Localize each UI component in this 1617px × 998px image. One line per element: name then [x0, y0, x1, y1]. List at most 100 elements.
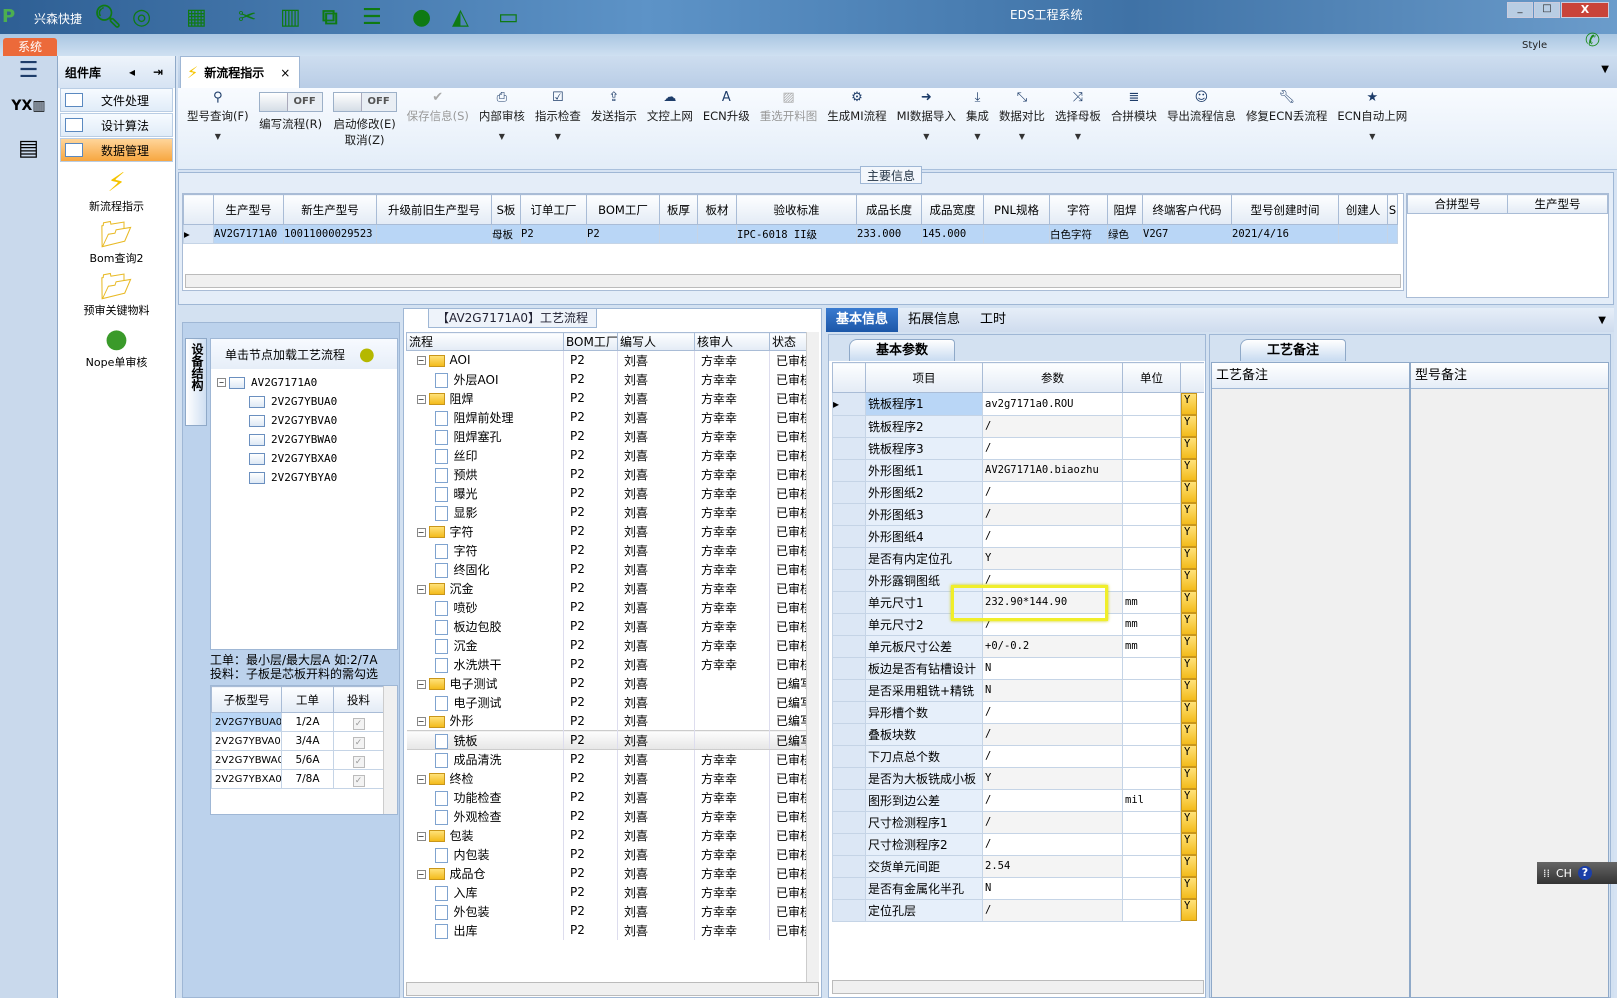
process-row[interactable]: 外层AOI P2刘喜方幸幸已审核 [406, 369, 807, 389]
table-cell[interactable]: 2V2G7YBVA0 [211, 731, 282, 751]
process-row[interactable]: − 电子测试 P2刘喜 已编写 [406, 673, 807, 693]
param-cell[interactable]: mm [1122, 634, 1181, 658]
process-name-cell[interactable]: − 沉金 [406, 578, 564, 598]
tab-info[interactable]: 拓展信息 [898, 308, 970, 332]
toolbar-button[interactable]: ➜ MI数据导入 ▼ [892, 88, 961, 169]
param-cell[interactable]: / [982, 898, 1123, 922]
chevron-down-icon[interactable]: ▼ [923, 132, 929, 141]
param-cell[interactable]: / [982, 700, 1123, 724]
param-row[interactable]: 尺寸检测程序2/ Y [832, 832, 1205, 856]
process-name-cell[interactable]: 铣板 [406, 730, 564, 750]
process-row[interactable]: 内包装 P2刘喜方幸幸已审核 [406, 844, 807, 864]
horizontal-scrollbar[interactable] [832, 980, 1204, 994]
process-name-cell[interactable]: 水洗烘干 [406, 654, 564, 674]
collapse-icon[interactable]: − [416, 679, 426, 689]
tree-node[interactable]: 2V2G7YBXA0 [217, 449, 397, 468]
toolbar-button[interactable]: ✔ 保存信息(S) [402, 88, 474, 169]
process-name-cell[interactable]: − 终检 [406, 768, 564, 788]
column-header[interactable]: 编写人 [617, 332, 695, 351]
param-cell[interactable]: / [982, 722, 1123, 746]
column-header[interactable]: 参数 [982, 362, 1123, 393]
param-cell[interactable] [1122, 678, 1181, 702]
param-cell[interactable]: Y [1181, 613, 1197, 635]
param-cell[interactable]: Y [1181, 855, 1197, 877]
process-row[interactable]: − 成品仓 P2刘喜方幸幸已审核 [406, 863, 807, 883]
table-cell[interactable]: 145.000 [921, 224, 984, 244]
collapse-icon[interactable]: − [416, 584, 426, 594]
column-header[interactable]: 项目 [865, 362, 983, 393]
param-cell[interactable]: Y [1181, 415, 1197, 437]
process-row[interactable]: − 阻焊 P2刘喜方幸幸已审核 [406, 388, 807, 408]
param-cell[interactable]: +0/-0.2 [982, 634, 1123, 658]
param-cell[interactable] [1122, 524, 1181, 548]
process-name-cell[interactable]: − 包装 [406, 825, 564, 845]
table-cell[interactable]: 2V2G7YBUA0 [211, 712, 282, 732]
param-cell[interactable]: mil [1122, 788, 1181, 812]
process-name-cell[interactable]: − 电子测试 [406, 673, 564, 693]
param-row[interactable]: 尺寸检测程序1/ Y [832, 810, 1205, 834]
process-name-cell[interactable]: 成品清洗 [406, 749, 564, 769]
param-row[interactable]: 外形图纸1 AV2G7171A0.biaozhu Y [832, 458, 1205, 482]
process-row[interactable]: − AOI P2刘喜方幸幸已审核 [406, 350, 807, 370]
process-name-cell[interactable]: 曝光 [406, 483, 564, 503]
table-cell[interactable]: P2 [586, 224, 660, 244]
column-header[interactable]: BOM工厂 [586, 194, 660, 225]
process-name-cell[interactable]: − 外形 [406, 711, 564, 731]
process-row[interactable]: 板边包胶 P2刘喜方幸幸已审核 [406, 616, 807, 636]
param-cell[interactable]: Y [1181, 767, 1197, 789]
table-cell[interactable] [1387, 224, 1398, 244]
process-row[interactable]: 阻焊塞孔 P2刘喜方幸幸已审核 [406, 426, 807, 446]
toolbar-button[interactable]: ★ ECN自动上网 ▼ [1332, 88, 1412, 169]
column-header[interactable]: 订单工厂 [520, 194, 587, 225]
param-row[interactable]: 是否有内定位孔 Y Y [832, 546, 1205, 570]
process-name-cell[interactable]: 预烘 [406, 464, 564, 484]
table-row[interactable]: 2V2G7YBUA0 1/2A ✓ [211, 712, 384, 732]
search-icon[interactable]: 🔍︎ [94, 5, 122, 30]
process-row[interactable]: 喷砂 P2刘喜方幸幸已审核 [406, 597, 807, 617]
column-header[interactable]: BOM工厂 [563, 332, 618, 351]
column-header[interactable]: 板材 [697, 194, 737, 225]
table-cell[interactable] [983, 224, 1050, 244]
process-row[interactable]: 出库 P2刘喜方幸幸已审核 [406, 920, 807, 940]
tree-node-root[interactable]: − AV2G7171A0 [217, 373, 397, 392]
minimize-button[interactable]: _ [1507, 2, 1533, 18]
tab-process-remark[interactable]: 工艺备注 [1240, 339, 1347, 361]
process-row[interactable]: 预烘 P2刘喜方幸幸已审核 [406, 464, 807, 484]
param-cell[interactable] [1122, 854, 1181, 878]
tab-list-dropdown-icon[interactable]: ▼ [1598, 315, 1606, 326]
column-header[interactable]: 生产型号 [1507, 194, 1608, 214]
maximize-button[interactable]: □ [1534, 2, 1560, 18]
process-row[interactable]: − 外形 P2刘喜 已编写 [406, 711, 807, 731]
collapse-icon[interactable]: − [217, 378, 226, 387]
table-cell[interactable]: 绿色 [1107, 224, 1143, 244]
copy-icon[interactable]: ⧉ [322, 5, 338, 30]
tree-node[interactable]: 2V2G7YBYA0 [217, 468, 397, 487]
toolbar-button[interactable]: ⤨ 选择母板 ▼ [1050, 88, 1106, 169]
process-row[interactable]: 阻焊前处理 P2刘喜方幸幸已审核 [406, 407, 807, 427]
grid-icon[interactable]: ▦ [186, 5, 207, 30]
param-cell[interactable]: av2g7171a0.ROU [982, 392, 1123, 416]
column-header[interactable] [1180, 362, 1204, 393]
column-header[interactable]: 创建人 [1338, 194, 1388, 225]
chevron-down-icon[interactable]: ▼ [1369, 132, 1375, 141]
process-row[interactable]: 外观检查 P2刘喜方幸幸已审核 [406, 806, 807, 826]
tree-node[interactable]: 2V2G7YBUA0 [217, 392, 397, 411]
table-cell[interactable]: 5/6A [281, 750, 334, 770]
param-row[interactable]: 叠板块数 / Y [832, 722, 1205, 746]
table-cell[interactable]: V2G7 [1142, 224, 1232, 244]
param-cell[interactable] [1122, 392, 1181, 416]
chevron-down-icon[interactable]: ▼ [215, 132, 221, 141]
param-cell[interactable]: / [982, 436, 1123, 460]
param-row[interactable]: 外形图纸2/ Y [832, 480, 1205, 504]
collapse-icon[interactable]: − [416, 717, 426, 727]
param-cell[interactable]: Y [1181, 503, 1197, 525]
param-row[interactable]: 铣板程序2/ Y [832, 414, 1205, 438]
param-cell[interactable]: 2.54 [982, 854, 1123, 878]
column-header[interactable]: 流程 [406, 332, 564, 351]
table-cell[interactable]: 2V2G7YBWA0 [211, 750, 282, 770]
param-cell[interactable]: Y [1181, 833, 1197, 855]
table-row[interactable]: 2V2G7YBWA0 5/6A ✓ [211, 750, 384, 770]
scissors-icon[interactable]: ✂ [238, 5, 256, 30]
column-header[interactable]: 板厚 [659, 194, 698, 225]
collapse-icon[interactable]: − [416, 869, 426, 879]
